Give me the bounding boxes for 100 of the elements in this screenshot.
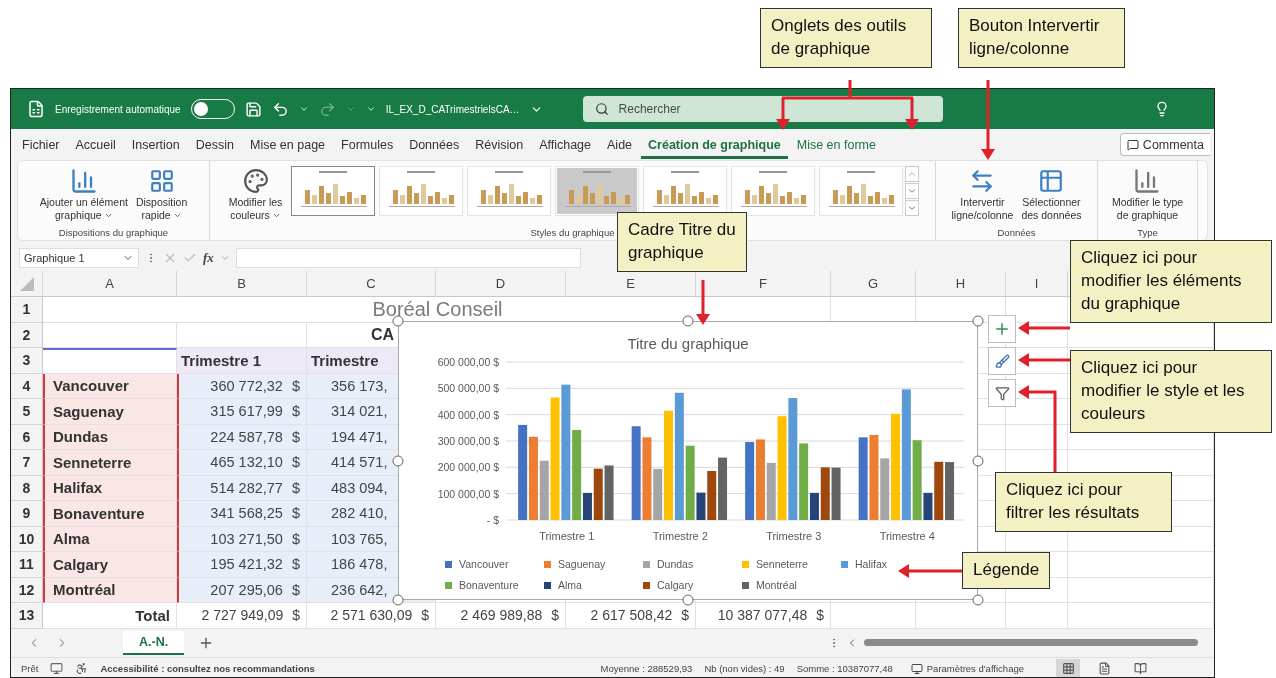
legend-label: Senneterre bbox=[756, 558, 809, 570]
table-cell: 224 587,78 $ bbox=[177, 424, 307, 450]
table-cell: Bonaventure bbox=[43, 501, 177, 527]
column-header[interactable]: D bbox=[436, 271, 566, 297]
callout: Bouton Intervertir ligne/colonne bbox=[958, 8, 1125, 68]
table-cell: Montréal bbox=[43, 577, 177, 603]
ribbon-tab[interactable]: Aide bbox=[600, 129, 640, 159]
table-cell: 103 271,50 $ bbox=[177, 526, 307, 552]
name-box[interactable]: Graphique 1 bbox=[19, 248, 139, 268]
table-cell: 315 617,99 $ bbox=[177, 399, 307, 425]
ribbon-button[interactable]: Modifier les couleurs bbox=[225, 164, 286, 225]
file-name: IL_EX_D_CATrimestrielsCA… bbox=[385, 103, 520, 115]
legend-item: Saguenay bbox=[544, 558, 606, 570]
callout: Cliquez ici pour modifier les éléments du graphique bbox=[1070, 240, 1272, 323]
legend-item: Senneterre bbox=[742, 558, 808, 570]
row-header: 9 bbox=[11, 501, 43, 527]
row-header: 7 bbox=[11, 450, 43, 476]
group-label: Type bbox=[1137, 227, 1158, 238]
status-text: Prêt bbox=[21, 663, 39, 674]
legend-label: Saguenay bbox=[558, 558, 607, 570]
comment-button[interactable]: Commenta bbox=[1119, 133, 1210, 156]
sheet-tab[interactable]: A.-N. bbox=[123, 630, 185, 655]
column-header[interactable]: G bbox=[831, 271, 916, 297]
ribbon-tab[interactable]: Dessin bbox=[188, 129, 241, 159]
legend-item: Alma bbox=[544, 579, 582, 591]
ribbon-button[interactable]: Ajouter un élément graphique bbox=[36, 164, 131, 225]
table-cell: 2 727 949,09 $ bbox=[177, 603, 307, 629]
table-cell: 2 617 508,42 $ bbox=[566, 603, 696, 629]
ribbon-tab[interactable]: Fichier bbox=[15, 129, 67, 159]
column-header[interactable]: E bbox=[566, 271, 696, 297]
category-label: Trimestre 2 bbox=[652, 530, 708, 542]
group-label: Styles du graphique bbox=[530, 227, 615, 238]
column-header[interactable]: B bbox=[177, 271, 307, 297]
row-header: 8 bbox=[11, 475, 43, 501]
ribbon-tab[interactable]: Mise en forme bbox=[789, 129, 883, 159]
insert-function-button[interactable]: fx bbox=[203, 250, 214, 266]
legend-label: Dundas bbox=[657, 558, 694, 570]
ribbon-tab[interactable]: Affichage bbox=[532, 129, 599, 159]
row-header: 6 bbox=[11, 424, 43, 450]
column-header[interactable]: F bbox=[696, 271, 831, 297]
search-field[interactable]: Rechercher bbox=[582, 96, 943, 122]
table-cell: Senneterre bbox=[43, 450, 177, 476]
table-cell: Alma bbox=[43, 526, 177, 552]
column-header[interactable]: A bbox=[43, 271, 177, 297]
ribbon-tab[interactable]: Révision bbox=[468, 129, 531, 159]
callout: Onglets des outils de graphique bbox=[760, 8, 932, 68]
category-label: Trimestre 4 bbox=[879, 530, 935, 542]
chart-title: Titre du graphique bbox=[627, 335, 749, 352]
ribbon-button[interactable]: Intervertir ligne/colonne bbox=[948, 164, 1017, 225]
table-cell: 195 421,32 $ bbox=[177, 552, 307, 578]
sum-status: Somme : 10387077,48 bbox=[796, 663, 893, 674]
legend-item: Calgary bbox=[643, 579, 694, 591]
table-cell: Total bbox=[43, 603, 177, 629]
ribbon-tab[interactable]: Mise en page bbox=[243, 129, 333, 159]
table-cell: 465 132,10 $ bbox=[177, 450, 307, 476]
table-cell: 360 772,32 $ bbox=[177, 373, 307, 399]
callout: Cliquez ici pour filtrer les résultats bbox=[995, 472, 1172, 532]
axis-label: 400 000,00 $ bbox=[437, 408, 499, 421]
group-label: Données bbox=[997, 227, 1036, 238]
ribbon-tab[interactable]: Accueil bbox=[68, 129, 123, 159]
average-status: Moyenne : 288529,93 bbox=[600, 663, 693, 674]
group-label: Dispositions du graphique bbox=[58, 227, 169, 238]
category-label: Trimestre 3 bbox=[766, 530, 822, 542]
axis-label: - $ bbox=[486, 514, 499, 526]
callout: Cliquez ici pour modifier le style et les couleurs bbox=[1070, 350, 1272, 433]
legend-item: Dundas bbox=[643, 558, 694, 570]
legend-label: Vancouver bbox=[459, 558, 509, 570]
row-header: 11 bbox=[11, 552, 43, 578]
count-status: Nb (non vides) : 49 bbox=[704, 663, 785, 674]
column-header[interactable]: H bbox=[916, 271, 1006, 297]
callout: Cadre Titre du graphique bbox=[617, 212, 747, 272]
axis-label: 600 000,00 $ bbox=[437, 356, 499, 368]
column-header[interactable]: C bbox=[307, 271, 436, 297]
legend-label: Calgary bbox=[657, 579, 694, 591]
axis-label: 200 000,00 $ bbox=[437, 461, 499, 474]
row-header: 13 bbox=[11, 603, 43, 629]
legend-item: Montréal bbox=[742, 579, 797, 591]
table-cell: Dundas bbox=[43, 424, 177, 450]
table-cell: Vancouver bbox=[43, 373, 177, 399]
column-header[interactable]: I bbox=[1006, 271, 1068, 297]
ribbon-button[interactable]: Sélectionner des données bbox=[1018, 164, 1085, 225]
row-header: 12 bbox=[11, 577, 43, 603]
row-header: 5 bbox=[11, 399, 43, 425]
legend-item: Halifax bbox=[841, 558, 888, 570]
ribbon-tab[interactable]: Formules bbox=[334, 129, 401, 159]
column-title: Trimestre 1 bbox=[177, 348, 307, 374]
ribbon-button[interactable]: Modifier le type de graphique bbox=[1108, 164, 1187, 225]
row-header: 1 bbox=[11, 297, 43, 323]
legend-label: Bonaventure bbox=[459, 579, 519, 591]
accessibility-status[interactable]: Accessibilité : consultez nos recommandations bbox=[100, 663, 315, 674]
axis-label: 500 000,00 $ bbox=[437, 382, 499, 395]
display-settings-button[interactable]: Paramètres d'affichage bbox=[904, 661, 1030, 676]
axis-label: 100 000,00 $ bbox=[437, 487, 499, 500]
ribbon-tab[interactable]: Données bbox=[402, 129, 467, 159]
table-cell: 2 469 989,88 $ bbox=[436, 603, 566, 629]
table-cell: 207 295,06 $ bbox=[177, 577, 307, 603]
ribbon-tab[interactable]: Insertion bbox=[124, 129, 187, 159]
row-header: 10 bbox=[11, 526, 43, 552]
ribbon-button[interactable]: Disposition rapide bbox=[132, 164, 191, 225]
table-cell: 514 282,77 $ bbox=[177, 475, 307, 501]
